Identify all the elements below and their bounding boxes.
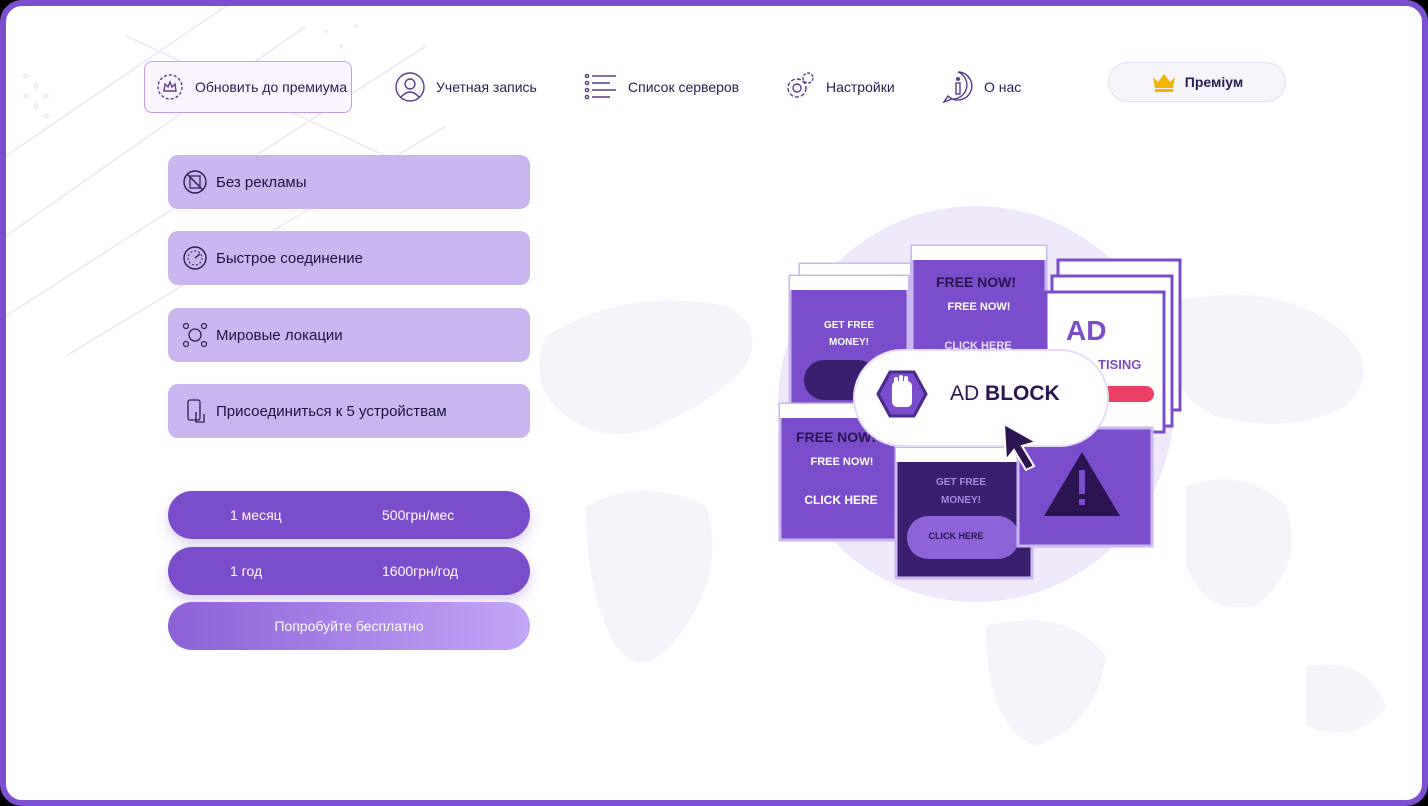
ad-text: FREE NOW! — [936, 274, 1016, 290]
ad-text: MONEY! — [829, 337, 869, 348]
nav-account-label: Учетная запись — [436, 79, 537, 95]
plan-period: 1 месяц — [230, 507, 282, 523]
ad-text: CLICK HERE — [928, 531, 983, 541]
nav-account[interactable]: Учетная запись — [394, 61, 537, 113]
feature-label: Мировые локации — [216, 326, 343, 344]
nav-upgrade-label: Обновить до премиума — [195, 79, 347, 95]
nav-servers-label: Список серверов — [628, 79, 740, 95]
premium-button[interactable]: Преміум — [1108, 62, 1286, 102]
trial-label: Попробуйте бесплатно — [274, 618, 424, 634]
app-window: Обновить до премиума Учетная запись Спис… — [0, 0, 1428, 806]
ad-text: CLICK HERE — [804, 493, 877, 507]
speedometer-icon — [183, 246, 207, 270]
feature-fast-connection: Быстрое соединение — [168, 231, 530, 285]
feature-label: Быстрое соединение — [216, 249, 363, 267]
ad-text: FREE NOW! — [948, 301, 1011, 313]
ad-text: TISING — [1098, 357, 1141, 372]
feature-label: Присоединиться к 5 устройствам — [216, 402, 447, 420]
plan-yearly-button[interactable]: 1 год 1600грн/год — [168, 547, 530, 595]
gear-icon — [787, 72, 814, 98]
crown-badge-icon — [157, 74, 183, 100]
plan-period: 1 год — [230, 563, 263, 579]
nav-settings[interactable]: Настройки — [782, 61, 895, 113]
plan-price: 500грн/мес — [382, 507, 455, 523]
ad-text: GET FREE — [824, 320, 874, 331]
feature-no-ads: Без рекламы — [168, 155, 530, 209]
no-ads-icon — [183, 170, 207, 194]
free-trial-button[interactable]: Попробуйте бесплатно — [168, 602, 530, 650]
ad-block-illustration: GET FREE MONEY! FREE NOW! FREE NOW! CLIC… — [778, 206, 1182, 602]
nav-upgrade-button[interactable]: Обновить до премиума — [144, 61, 352, 113]
ad-text: AD — [1066, 315, 1106, 346]
globe-locations-icon — [182, 322, 208, 348]
user-icon — [395, 72, 425, 102]
ad-text: GET FREE — [936, 477, 986, 488]
ad-text: MONEY! — [941, 495, 981, 506]
ad-text: FREE NOW! — [796, 429, 876, 445]
nav-about-label: О нас — [984, 79, 1022, 95]
ad-block-label: AD BLOCK — [950, 382, 1060, 405]
nav-about[interactable]: О нас — [942, 61, 1021, 113]
feature-devices: Присоединиться к 5 устройствам — [168, 384, 530, 438]
feature-world-locations: Мировые локации — [168, 308, 530, 362]
premium-label: Преміум — [1184, 74, 1244, 90]
list-icon — [584, 73, 616, 100]
plan-price: 1600грн/год — [382, 563, 459, 579]
nav-settings-label: Настройки — [826, 79, 895, 95]
devices-icon — [187, 399, 205, 423]
plan-monthly-button[interactable]: 1 месяц 500грн/мес — [168, 491, 530, 539]
info-icon — [942, 71, 973, 104]
ad-text: FREE NOW! — [811, 456, 874, 468]
crown-icon — [1152, 74, 1175, 92]
nav-servers[interactable]: Список серверов — [584, 61, 739, 113]
feature-label: Без рекламы — [216, 173, 307, 191]
